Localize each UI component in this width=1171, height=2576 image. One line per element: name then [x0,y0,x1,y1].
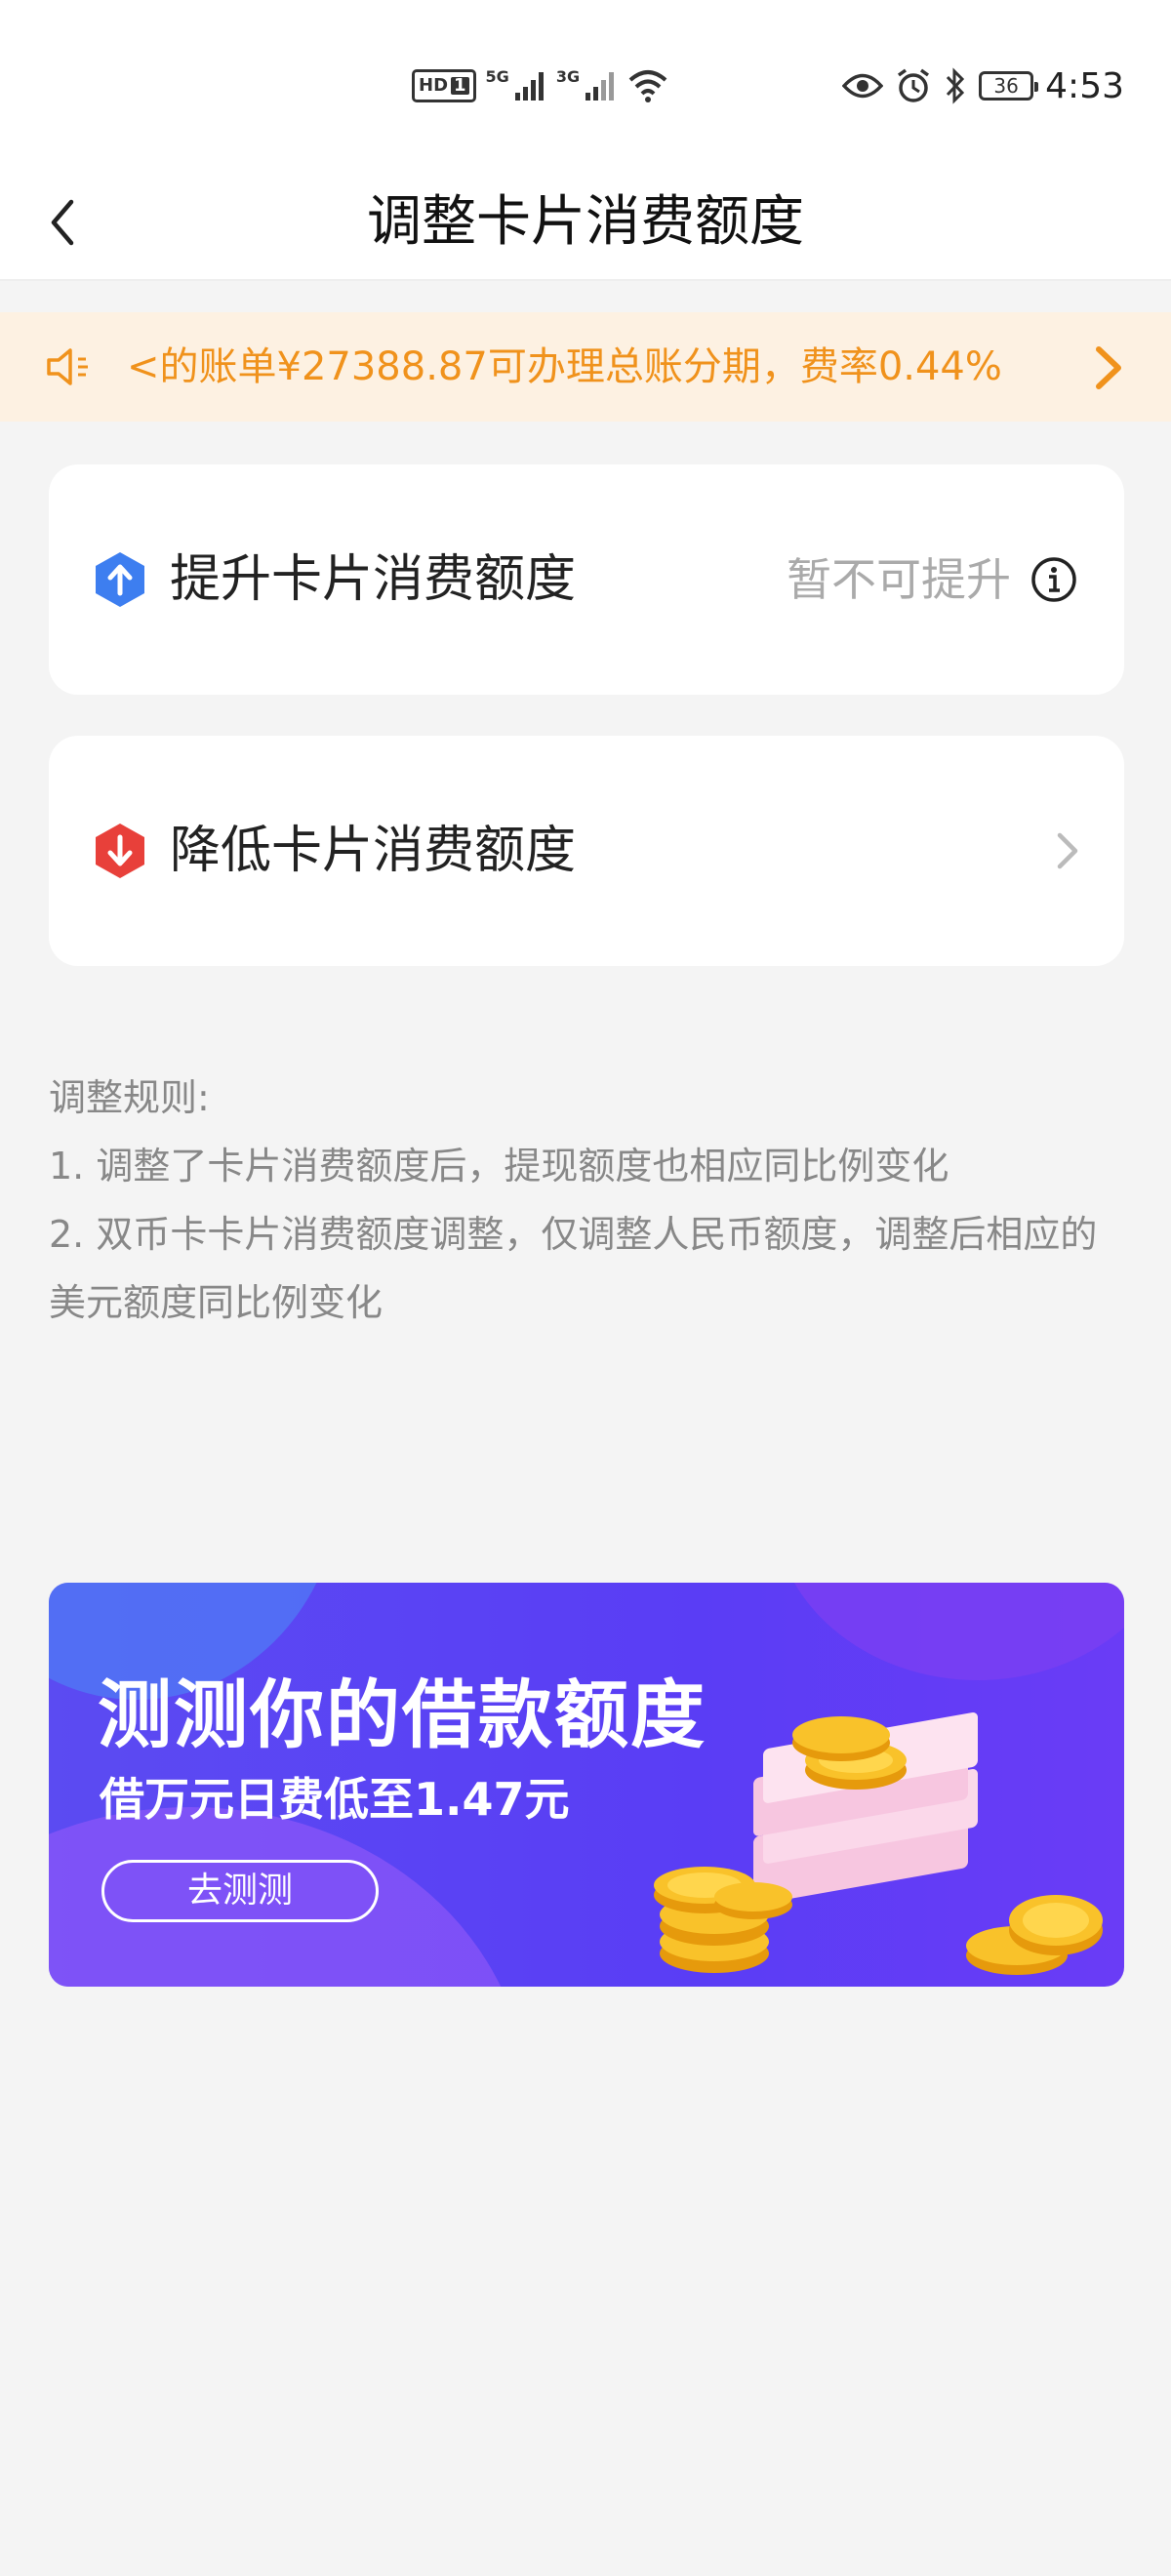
alarm-icon [898,68,930,102]
bluetooth-icon [947,67,965,104]
signal-icon [586,72,615,101]
status-bar: HD 1 5G 3G 36 4:53 [0,0,1171,166]
arrow-down-icon [96,824,144,878]
banner-title: 测测你的借款额度 [98,1671,707,1758]
rules-title: 调整规则: [49,1076,210,1119]
adjust-rules: 调整规则: 1. 调整了卡片消费额度后，提现额度也相应同比例变化 2. 双币卡卡… [49,1064,1132,1337]
nav-bar: 调整卡片消费额度 [0,166,1171,281]
loan-promo-banner[interactable]: 测测你的借款额度 借万元日费低至1.47元 去测测 [49,1583,1124,1987]
arrow-up-icon [96,552,144,607]
notice-text: <的账单¥27388.87可办理总账分期，费率0.44% [127,344,1002,389]
raise-limit-label: 提升卡片消费额度 [170,550,577,609]
battery-indicator: 36 [979,71,1039,101]
speaker-icon [47,348,88,385]
raise-limit-card[interactable]: 提升卡片消费额度 暂不可提升 [49,464,1124,695]
banner-decoration [773,1583,1124,1680]
notice-bar[interactable]: <的账单¥27388.87可办理总账分期，费率0.44% [0,312,1171,422]
lower-limit-card[interactable]: 降低卡片消费额度 [49,736,1124,966]
status-right: 36 4:53 [842,62,1124,109]
chevron-left-icon [51,199,74,246]
chevron-right-icon [1057,832,1078,869]
chevron-right-icon[interactable] [1093,345,1124,390]
wifi-icon [628,70,667,102]
info-icon[interactable] [1030,556,1077,603]
page-title: 调整卡片消费额度 [367,190,804,254]
clock: 4:53 [1045,65,1124,106]
rule-item: 2. 双币卡卡片消费额度调整，仅调整人民币额度，调整后相应的美元额度同比例变化 [49,1213,1098,1324]
lower-limit-label: 降低卡片消费额度 [170,822,577,880]
network-type-2: 3G [555,66,581,86]
raise-limit-status: 暂不可提升 [787,553,1011,606]
signal-icon [514,72,544,101]
banner-subtitle: 借万元日费低至1.47元 [100,1773,570,1826]
status-left: HD 1 5G 3G [412,62,669,109]
back-button[interactable] [29,189,96,256]
money-coins-illustration [654,1712,1103,1975]
eye-icon [842,73,884,99]
hd-badge: HD 1 [412,69,476,102]
network-type-1: 5G [485,66,509,86]
test-now-button[interactable]: 去测测 [101,1860,379,1922]
rule-item: 1. 调整了卡片消费额度后，提现额度也相应同比例变化 [49,1145,949,1187]
